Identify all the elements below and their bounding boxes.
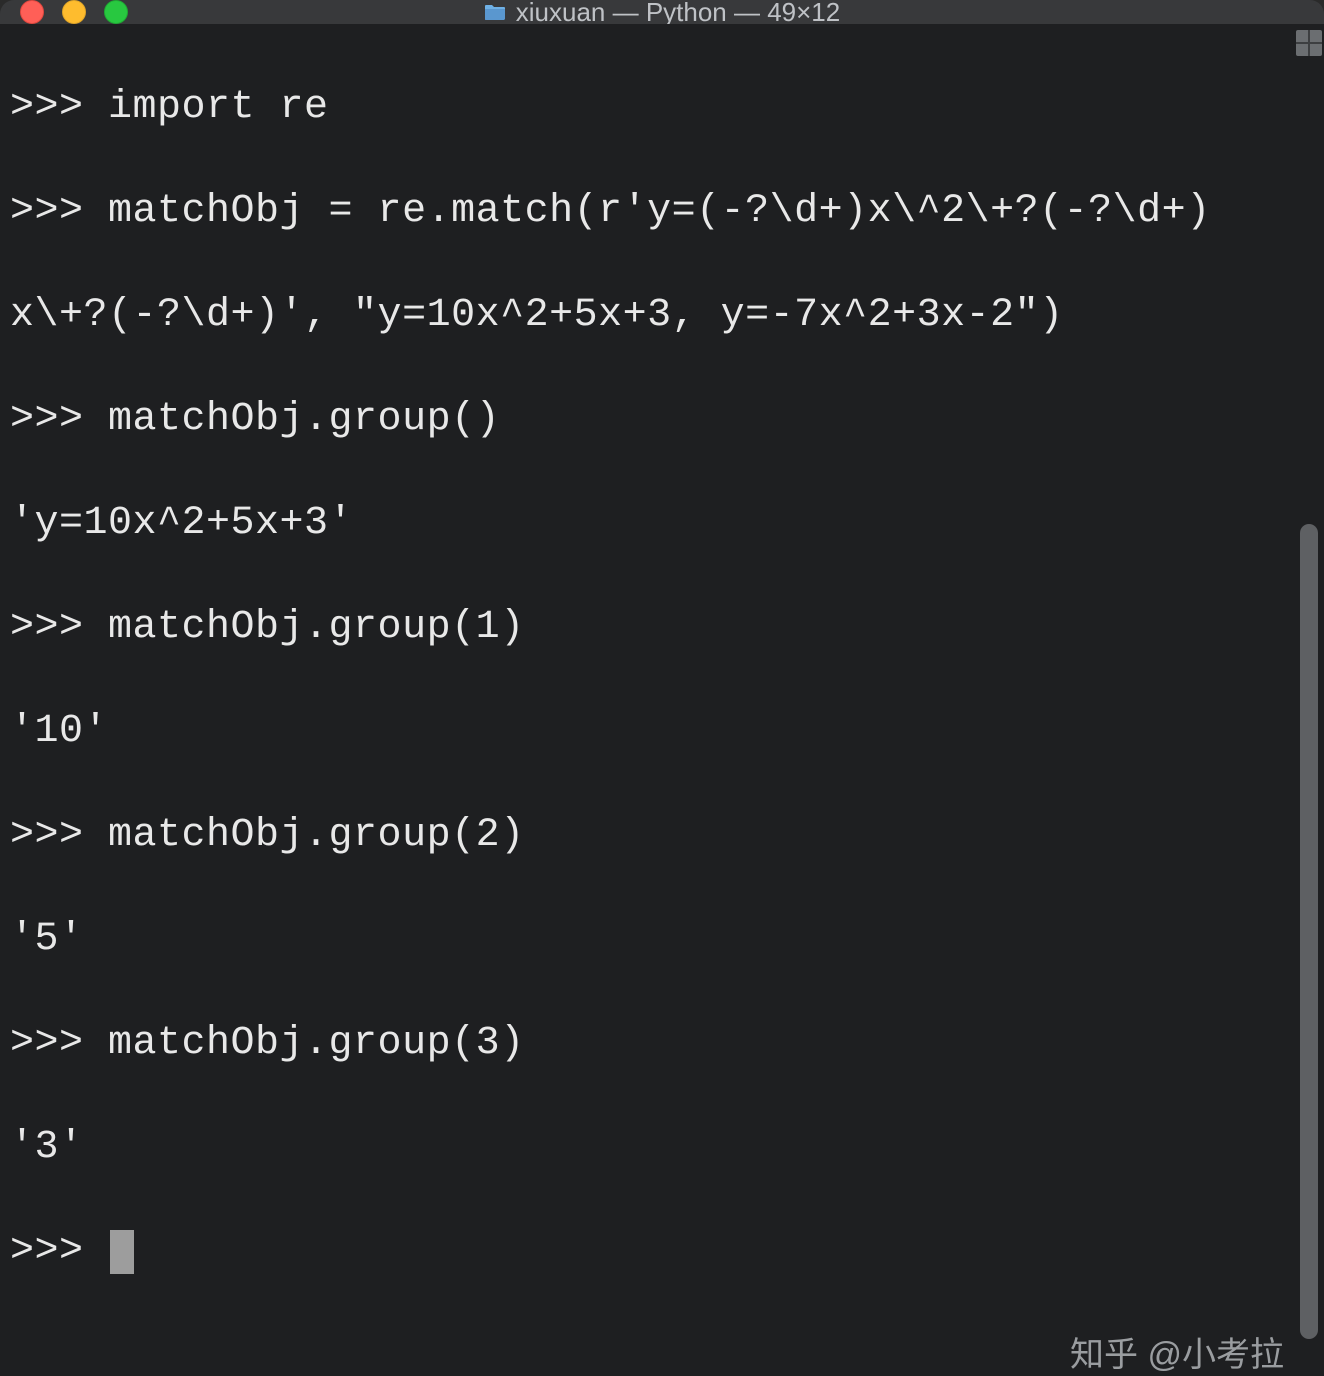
terminal-line: '5' bbox=[10, 914, 1290, 966]
window-titlebar: xiuxuan — Python — 49×12 bbox=[0, 0, 1324, 24]
scroll-track[interactable] bbox=[1300, 64, 1318, 1376]
maximize-button[interactable] bbox=[104, 0, 128, 24]
scrollbar[interactable] bbox=[1294, 24, 1324, 1376]
terminal-content[interactable]: >>> import re >>> matchObj = re.match(r'… bbox=[0, 24, 1294, 1376]
terminal-line: '10' bbox=[10, 706, 1290, 758]
terminal[interactable]: >>> import re >>> matchObj = re.match(r'… bbox=[0, 24, 1324, 1376]
scroll-marker-icon bbox=[1296, 30, 1322, 56]
terminal-line: >>> import re bbox=[10, 82, 1290, 134]
terminal-line: >>> matchObj = re.match(r'y=(-?\d+)x\^2\… bbox=[10, 186, 1290, 238]
close-button[interactable] bbox=[20, 0, 44, 24]
folder-icon bbox=[484, 3, 506, 21]
terminal-line: >>> matchObj.group(3) bbox=[10, 1018, 1290, 1070]
terminal-line: >>> matchObj.group() bbox=[10, 394, 1290, 446]
terminal-prompt-text: >>> bbox=[10, 1229, 108, 1274]
terminal-cursor bbox=[110, 1230, 134, 1274]
terminal-line: >>> matchObj.group(2) bbox=[10, 810, 1290, 862]
minimize-button[interactable] bbox=[62, 0, 86, 24]
terminal-line: x\+?(-?\d+)', "y=10x^2+5x+3, y=-7x^2+3x-… bbox=[10, 290, 1290, 342]
terminal-line: 'y=10x^2+5x+3' bbox=[10, 498, 1290, 550]
traffic-lights bbox=[20, 0, 128, 24]
terminal-prompt-line: >>> bbox=[10, 1226, 1290, 1278]
terminal-line: >>> matchObj.group(1) bbox=[10, 602, 1290, 654]
scroll-thumb[interactable] bbox=[1300, 524, 1318, 1339]
terminal-line: '3' bbox=[10, 1122, 1290, 1174]
